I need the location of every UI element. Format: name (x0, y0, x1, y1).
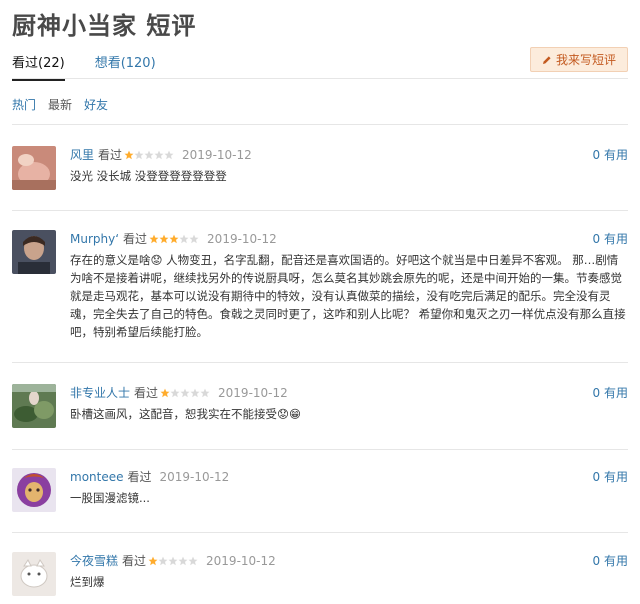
comment-header: 风里 看过 2019-10-12 (70, 146, 252, 163)
comment-header: 今夜雪糕 看过 2019-10-12 (70, 552, 276, 569)
star-filled-icon (160, 388, 170, 397)
useful-vote[interactable]: 0 有用 (593, 552, 628, 569)
page-title: 厨神小当家 短评 (12, 12, 197, 40)
comment-text: 存在的意义是啥😟 人物变丑，名字乱翻，配音还是喜欢国语的。好吧这个就当是中日差异… (70, 253, 626, 339)
star-empty-icon (154, 150, 164, 159)
star-filled-icon (169, 234, 179, 243)
star-empty-icon (164, 150, 174, 159)
rating-stars (160, 388, 210, 398)
divider (12, 210, 628, 211)
star-filled-icon (159, 234, 169, 243)
watched-status: 看过 (127, 470, 152, 484)
sort-latest[interactable]: 最新 (48, 96, 72, 113)
tab-want-to-watch[interactable]: 想看(120) (95, 52, 156, 81)
comment-date: 2019-10-12 (218, 385, 288, 400)
username-link[interactable]: 非专业人士 (70, 384, 130, 401)
write-review-label: 我来写短评 (555, 53, 616, 67)
star-empty-icon (178, 556, 188, 565)
comment-item: 非专业人士 看过 2019-10-12 0 有用 卧槽这画风，这配音，恕我实在不… (12, 384, 628, 436)
divider (12, 362, 628, 363)
useful-vote[interactable]: 0 有用 (593, 146, 628, 163)
tabs-divider (12, 78, 628, 79)
comment-date: 2019-10-12 (206, 553, 276, 568)
watched-status: 看过 (134, 386, 159, 400)
page: 厨神小当家 短评 看过(22) 想看(120) 我来写短评 热门 最新 好友 风… (0, 0, 640, 604)
comment-header: monteee 看过 2019-10-12 (70, 468, 229, 485)
useful-vote[interactable]: 0 有用 (593, 384, 628, 401)
comment-date: 2019-10-12 (207, 231, 277, 246)
divider (12, 449, 628, 450)
comment-text: 没光 没长城 没登登登登登登登 (70, 169, 227, 183)
star-empty-icon (144, 150, 154, 159)
useful-vote[interactable]: 0 有用 (593, 230, 628, 247)
star-empty-icon (200, 388, 210, 397)
star-filled-icon (148, 556, 158, 565)
avatar[interactable] (12, 230, 56, 274)
avatar[interactable] (12, 384, 56, 428)
username-link[interactable]: monteee (70, 470, 124, 484)
sort-hot[interactable]: 热门 (12, 96, 36, 113)
comment-item: Murphy‘ 看过 2019-10-12 0 有用 存在的意义是啥😟 人物变丑… (12, 230, 628, 345)
sort-friends[interactable]: 好友 (84, 96, 108, 113)
tab-watched[interactable]: 看过(22) (12, 52, 65, 81)
star-filled-icon (124, 150, 134, 159)
avatar[interactable] (12, 552, 56, 596)
star-empty-icon (189, 234, 199, 243)
rating-stars (124, 150, 174, 160)
comment-text: 卧槽这画风，这配音，恕我实在不能接受😟😁 (70, 407, 301, 421)
watched-status: 看过 (122, 554, 147, 568)
comment-header: 非专业人士 看过 2019-10-12 (70, 384, 288, 401)
star-empty-icon (170, 388, 180, 397)
divider (12, 532, 628, 533)
rating-stars (149, 234, 199, 244)
star-empty-icon (134, 150, 144, 159)
username-link[interactable]: 风里 (70, 146, 94, 163)
comment-date: 2019-10-12 (159, 469, 230, 484)
comment-item: monteee 看过 2019-10-12 0 有用 一股国漫滤镜... (12, 468, 628, 520)
username-link[interactable]: Murphy‘ (70, 232, 119, 246)
sort-options: 热门 最新 好友 (12, 96, 108, 113)
comment-item: 今夜雪糕 看过 2019-10-12 0 有用 烂到爆 (12, 552, 628, 598)
star-empty-icon (158, 556, 168, 565)
rating-stars (148, 556, 198, 566)
watched-status: 看过 (98, 148, 123, 162)
star-empty-icon (180, 388, 190, 397)
write-review-button[interactable]: 我来写短评 (530, 47, 628, 72)
star-empty-icon (190, 388, 200, 397)
comment-text: 一股国漫滤镜... (70, 491, 150, 505)
comment-text: 烂到爆 (70, 575, 105, 589)
comment-item: 风里 看过 2019-10-12 0 有用 没光 没长城 没登登登登登登登 (12, 146, 628, 198)
avatar[interactable] (12, 146, 56, 190)
star-empty-icon (168, 556, 178, 565)
comment-header: Murphy‘ 看过 2019-10-12 (70, 230, 277, 247)
tab-bar: 看过(22) 想看(120) (12, 52, 156, 81)
divider (12, 124, 628, 125)
username-link[interactable]: 今夜雪糕 (70, 552, 118, 569)
star-empty-icon (188, 556, 198, 565)
useful-vote[interactable]: 0 有用 (593, 468, 628, 485)
star-filled-icon (149, 234, 159, 243)
star-empty-icon (179, 234, 189, 243)
pencil-icon (542, 55, 551, 64)
watched-status: 看过 (123, 232, 148, 246)
avatar[interactable] (12, 468, 56, 512)
comment-date: 2019-10-12 (182, 147, 252, 162)
